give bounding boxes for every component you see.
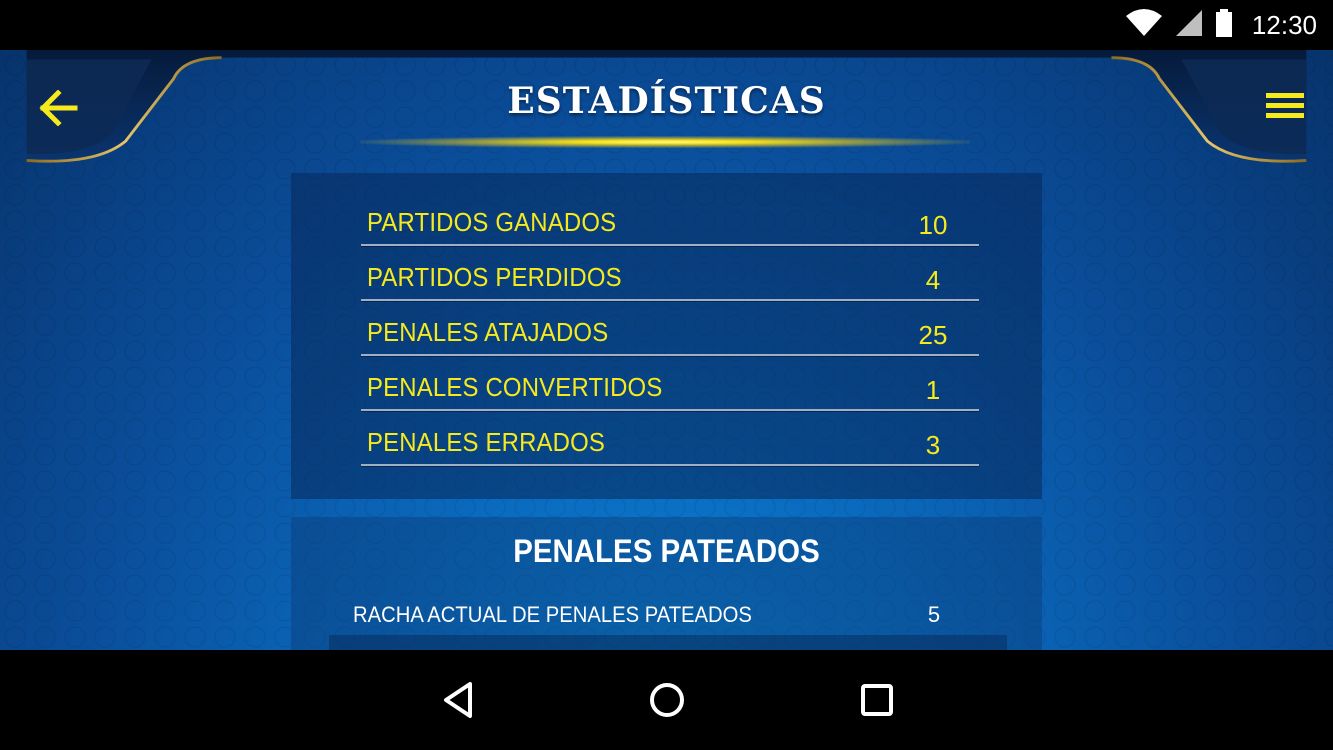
header: ESTADÍSTICAS [0, 50, 1333, 175]
stats-panel: PARTIDOS GANADOS 10 PARTIDOS PERDIDOS 4 … [291, 173, 1042, 499]
section-title: PENALES PATEADOS [513, 533, 820, 569]
nav-home-button[interactable] [642, 678, 692, 722]
sub-row-racha-actual: RACHA ACTUAL DE PENALES PATEADOS 5 [329, 590, 1007, 638]
stat-label: PARTIDOS PERDIDOS [367, 262, 622, 292]
status-bar: 12:30 [0, 0, 1333, 50]
system-nav-bar [0, 650, 1333, 750]
nav-recents-button[interactable] [852, 678, 902, 722]
stat-label: PENALES ERRADOS [367, 427, 606, 457]
stat-label: PARTIDOS GANADOS [367, 207, 617, 237]
sub-row-partially-hidden [329, 635, 1007, 650]
stat-row-penales-errados: PENALES ERRADOS 3 [361, 411, 979, 466]
cell-signal-icon [1174, 8, 1204, 43]
hamburger-menu-icon [1266, 93, 1304, 118]
stat-value: 4 [925, 265, 941, 295]
penales-pateados-panel: PENALES PATEADOS RACHA ACTUAL DE PENALES… [291, 517, 1042, 650]
stat-value: 1 [925, 375, 941, 405]
stat-value: 25 [918, 320, 948, 350]
stat-row-penales-atajados: PENALES ATAJADOS 25 [361, 301, 979, 356]
battery-icon [1214, 8, 1234, 43]
page-title: ESTADÍSTICAS [507, 80, 826, 122]
stat-value: 3 [925, 430, 941, 460]
app-screen: ESTADÍSTICAS PARTIDOS GANADOS 10 PARTIDO… [0, 50, 1333, 650]
recents-square-icon [861, 684, 893, 716]
nav-back-button[interactable] [433, 678, 483, 722]
home-circle-icon [650, 683, 684, 717]
back-triangle-icon [444, 682, 472, 718]
stat-row-partidos-ganados: PARTIDOS GANADOS 10 [361, 191, 979, 246]
wifi-icon [1124, 8, 1164, 43]
sub-row-label: RACHA ACTUAL DE PENALES PATEADOS [353, 602, 752, 627]
title-underline-glow [360, 136, 970, 148]
menu-button[interactable] [1261, 84, 1309, 128]
clock: 12:30 [1251, 9, 1317, 40]
stat-value: 10 [918, 210, 948, 240]
stat-row-partidos-perdidos: PARTIDOS PERDIDOS 4 [361, 246, 979, 301]
stat-label: PENALES ATAJADOS [367, 317, 609, 347]
stat-row-penales-convertidos: PENALES CONVERTIDOS 1 [361, 356, 979, 411]
stat-label: PENALES CONVERTIDOS [367, 372, 663, 402]
sub-row-value: 5 [927, 602, 941, 627]
